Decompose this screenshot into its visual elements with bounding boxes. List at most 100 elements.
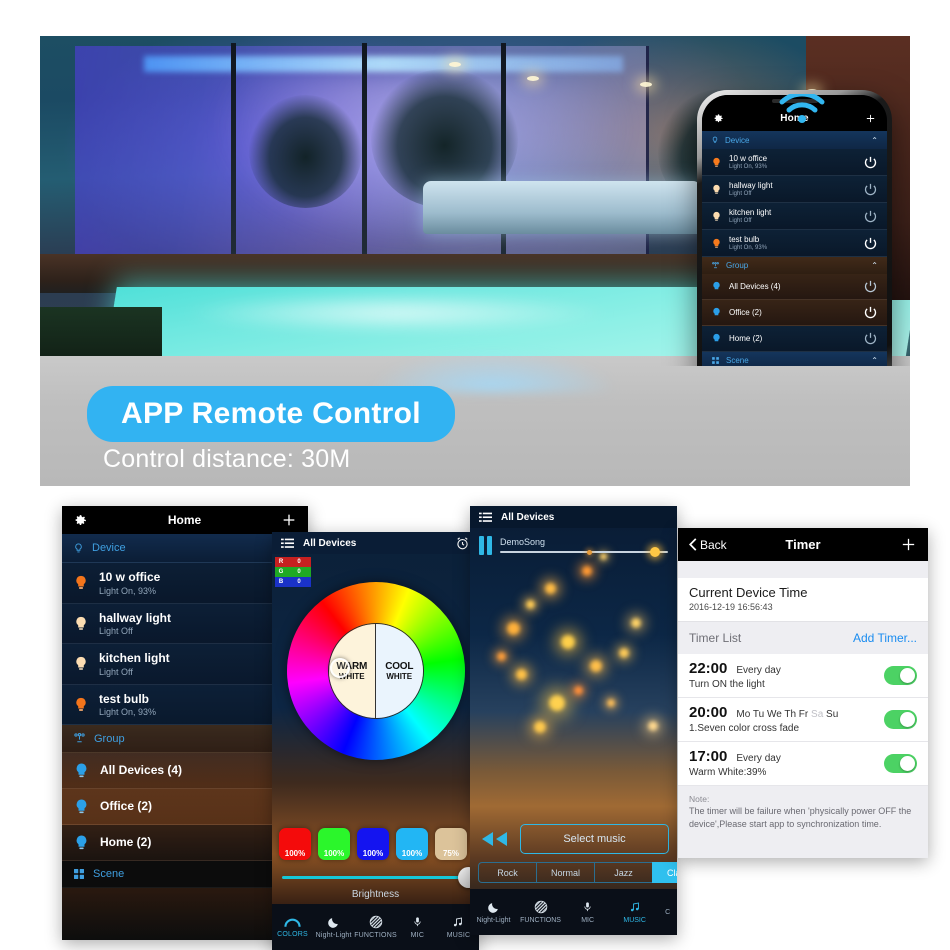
color-wheel[interactable]: WARM WHITE COOL WHITE <box>272 546 479 796</box>
music-tabbar: Night-Light FUNCTIONS MIC MUSIC C <box>470 889 677 935</box>
power-icon[interactable] <box>863 236 878 251</box>
genre-rock[interactable]: Rock <box>478 862 536 883</box>
pause-icon[interactable] <box>479 535 492 555</box>
add-timer-button[interactable]: Add Timer... <box>853 631 917 645</box>
phone-section-device[interactable]: Device ⌃ <box>702 131 887 149</box>
timer-days: Every day <box>736 753 781 764</box>
timer-toggle[interactable] <box>884 665 917 685</box>
phone-device-row[interactable]: test bulb Light On, 93% <box>702 230 887 257</box>
phone-device-row[interactable]: 10 w office Light On, 93% <box>702 149 887 176</box>
banner-subline: Control distance: 30M <box>103 445 351 473</box>
power-icon[interactable] <box>863 155 878 170</box>
genre-normal[interactable]: Normal <box>536 862 594 883</box>
rgb-r-value: 0 <box>297 559 301 565</box>
song-progress-knob[interactable] <box>650 547 660 557</box>
current-time-value: 2016-12-19 16:56:43 <box>689 602 773 612</box>
gear-icon[interactable] <box>73 513 88 528</box>
bokeh-light <box>581 566 592 577</box>
phone-device-row[interactable]: hallway light Light Off <box>702 176 887 203</box>
power-icon[interactable] <box>863 279 878 294</box>
color-preset-swatch[interactable]: 100% <box>318 828 350 860</box>
color-preset-row: 100% 100% 100% 100% 75% <box>279 828 467 860</box>
bulb-icon <box>76 657 86 671</box>
phone-group-row[interactable]: Home (2) <box>702 326 887 352</box>
group-name: Office (2) <box>100 799 153 814</box>
genre-classic[interactable]: Classic <box>652 862 677 883</box>
plus-icon[interactable] <box>900 536 917 553</box>
phone-section-scene[interactable]: Scene ⌃ <box>702 352 887 366</box>
timer-list-label: Timer List <box>689 631 742 645</box>
timer-row[interactable]: 22:00 Every day Turn ON the light <box>678 654 928 698</box>
timer-day-disabled: Sa <box>811 709 824 720</box>
power-icon[interactable] <box>863 182 878 197</box>
power-icon[interactable] <box>863 305 878 320</box>
gear-icon[interactable] <box>713 113 724 124</box>
timer-time: 20:00 <box>689 704 728 721</box>
color-preset-swatch[interactable]: 100% <box>396 828 428 860</box>
device-name: 10 w office <box>99 570 161 584</box>
rgb-g-value: 0 <box>297 569 301 575</box>
timer-row[interactable]: 20:00 Mo Tu We Th Fr Sa Su 1.Seven color… <box>678 698 928 742</box>
genre-jazz[interactable]: Jazz <box>594 862 652 883</box>
bokeh-light <box>507 621 521 635</box>
tab-label: MIC <box>581 917 595 924</box>
hero-window-mullion <box>361 42 367 267</box>
chevron-up-icon[interactable]: ⌃ <box>871 356 878 365</box>
timer-navbar: Back Timer <box>678 528 928 561</box>
phone-group-name: Home (2) <box>729 333 763 343</box>
back-label: Back <box>700 537 727 552</box>
list-icon[interactable] <box>479 512 492 523</box>
device-name: hallway light <box>99 610 172 625</box>
hero-phone-screen: Home Device ⌃ 10 w officeLight On, 93% <box>702 95 887 366</box>
tab-functions[interactable]: FUNCTIONS <box>354 915 397 939</box>
promo-banner: APP Remote Control Control distance: 30M <box>40 350 910 486</box>
genre-label: Jazz <box>614 867 633 878</box>
timer-row[interactable]: 17:00 Every day Warm White:39% <box>678 742 928 786</box>
brightness-slider[interactable]: Brightness <box>282 867 479 900</box>
genre-selector: Rock Normal Jazz Classic <box>478 862 677 883</box>
bulb-icon <box>76 835 87 850</box>
brightness-track[interactable] <box>282 867 479 888</box>
back-button[interactable]: Back <box>689 538 727 552</box>
chevron-up-icon[interactable]: ⌃ <box>871 136 878 145</box>
color-preset-swatch[interactable]: 75% <box>435 828 467 860</box>
chevron-up-icon[interactable]: ⌃ <box>871 261 878 270</box>
color-preset-swatch[interactable]: 100% <box>357 828 389 860</box>
power-icon[interactable] <box>863 331 878 346</box>
phone-device-name: kitchen light <box>729 208 772 217</box>
cool-white-line2: WHITE <box>386 672 413 681</box>
rewind-icon[interactable] <box>478 829 510 849</box>
tab-night-light[interactable]: Night-Light <box>313 916 354 939</box>
phone-section-group[interactable]: Group ⌃ <box>702 257 887 274</box>
mic-icon <box>414 917 421 927</box>
song-progress-track[interactable] <box>500 547 668 557</box>
phone-group-row[interactable]: All Devices (4) <box>702 274 887 300</box>
power-icon[interactable] <box>863 209 878 224</box>
plus-icon[interactable] <box>281 512 297 528</box>
timer-toggle[interactable] <box>884 709 917 729</box>
list-icon[interactable] <box>281 538 294 549</box>
phone-group-row[interactable]: Office (2) <box>702 300 887 326</box>
color-wheel-knob[interactable] <box>329 658 350 678</box>
tab-music[interactable]: MUSIC <box>611 900 658 924</box>
tab-colors[interactable]: COLORS <box>272 917 313 938</box>
swatch-percent: 100% <box>284 849 306 858</box>
phone-device-status: Light Off <box>729 191 752 197</box>
tab-mic[interactable]: MIC <box>397 915 438 939</box>
bokeh-light <box>648 720 659 731</box>
color-preset-swatch[interactable]: 100% <box>279 828 311 860</box>
tab-night-light[interactable]: Night-Light <box>470 901 517 924</box>
timer-days: Mo Tu We Th Fr Sa Su <box>736 709 839 720</box>
colors-icon <box>284 918 301 927</box>
phone-device-row[interactable]: kitchen light Light Off <box>702 203 887 230</box>
alarm-clock-icon[interactable] <box>455 536 470 551</box>
bokeh-light <box>544 583 556 595</box>
current-device-time-block: Current Device Time 2016-12-19 16:56:43 <box>678 578 928 622</box>
tab-colors-partial[interactable]: C <box>658 909 677 916</box>
plus-icon[interactable] <box>865 113 876 124</box>
select-music-button[interactable]: Select music <box>520 824 669 854</box>
timer-toggle[interactable] <box>884 753 917 773</box>
tab-label: COLORS <box>277 930 308 938</box>
tab-mic[interactable]: MIC <box>564 900 611 924</box>
tab-functions[interactable]: FUNCTIONS <box>517 900 564 924</box>
